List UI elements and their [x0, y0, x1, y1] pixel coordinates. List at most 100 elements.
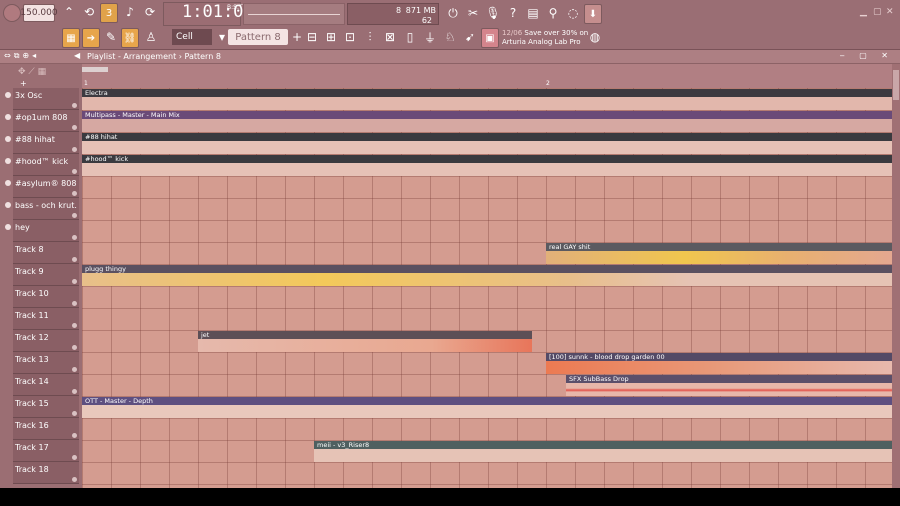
track-header[interactable]: Track 11: [13, 308, 79, 330]
track-mute-dot[interactable]: [72, 191, 77, 196]
track-mute-dot[interactable]: [72, 389, 77, 394]
track-mute-dot[interactable]: [72, 433, 77, 438]
track-led[interactable]: [5, 224, 11, 230]
track-mute-dot[interactable]: [72, 411, 77, 416]
track-header[interactable]: Track 17: [13, 440, 79, 462]
download-icon[interactable]: ⬇: [584, 4, 602, 24]
track-header[interactable]: #op1um 808: [5, 110, 79, 132]
track-mute-dot[interactable]: [72, 213, 77, 218]
close-icon[interactable]: ✕: [886, 7, 894, 17]
vertical-scrollbar[interactable]: [892, 64, 900, 488]
track-header[interactable]: Track 14: [13, 374, 79, 396]
track-header[interactable]: Track 15: [13, 396, 79, 418]
stamp-tool-icon[interactable]: ♙: [142, 28, 160, 46]
piano-roll-icon[interactable]: ⊞: [322, 28, 340, 46]
send-icon[interactable]: ➹: [461, 28, 479, 46]
track-header[interactable]: Track 8: [13, 242, 79, 264]
undo-history-icon[interactable]: ⏻: [444, 4, 462, 22]
browser-icon[interactable]: ⊠: [381, 28, 399, 46]
speaker-icon[interactable]: ◀: [74, 51, 80, 60]
playlist-clip[interactable]: [100] sunnk - blood drop garden 00: [546, 353, 892, 374]
track-mute-dot[interactable]: [72, 169, 77, 174]
track-led[interactable]: [5, 114, 11, 120]
track-header[interactable]: bass - och krut.: [5, 198, 79, 220]
playlist-clip[interactable]: Multipass - Master - Main Mix: [82, 111, 892, 132]
minimize-icon[interactable]: ▁: [860, 7, 867, 17]
track-header[interactable]: #asylum® 808: [5, 176, 79, 198]
mic-icon[interactable]: 🎙: [484, 4, 502, 22]
globe-icon[interactable]: ◍: [586, 28, 604, 46]
track-header[interactable]: Track 12: [13, 330, 79, 352]
ruler-scroll-thumb[interactable]: [82, 67, 108, 72]
maximize-icon[interactable]: ▢: [873, 7, 882, 17]
track-header[interactable]: Track 10: [13, 286, 79, 308]
track-mute-dot[interactable]: [72, 477, 77, 482]
draw-tool-icon[interactable]: ✎: [102, 28, 120, 46]
track-led[interactable]: [5, 136, 11, 142]
tuner-icon[interactable]: ⚲: [544, 4, 562, 22]
playlist-view-button[interactable]: ▦: [62, 28, 80, 48]
track-header[interactable]: Track 18: [13, 462, 79, 484]
playlist-window-controls[interactable]: ‒ ▢ ✕: [840, 51, 894, 60]
loop-record-icon[interactable]: ⟳: [141, 3, 159, 21]
track-header[interactable]: Track 9: [13, 264, 79, 286]
cut-icon[interactable]: ✂: [464, 4, 482, 22]
playlist-clip[interactable]: Electra: [82, 89, 892, 110]
chat-icon[interactable]: ◌: [564, 4, 582, 22]
track-mute-dot[interactable]: [72, 301, 77, 306]
timeline-ruler[interactable]: 1 2: [82, 64, 892, 88]
plugin-icon[interactable]: ⏚: [421, 28, 439, 46]
channel-rack-icon[interactable]: ⊡: [341, 28, 359, 46]
tool-icons[interactable]: ✥ ⟋ ▦: [18, 67, 46, 77]
track-mute-dot[interactable]: [72, 279, 77, 284]
pattern-selector[interactable]: Pattern 8: [228, 29, 288, 45]
track-header[interactable]: 3x Osc: [5, 88, 79, 110]
track-header[interactable]: hey: [5, 220, 79, 242]
metronome-icon[interactable]: ⌃: [60, 3, 78, 21]
arrow-tool-button[interactable]: ➔: [82, 28, 100, 48]
mixer-icon[interactable]: ⊟: [303, 28, 321, 46]
performer-icon[interactable]: ♘: [441, 28, 459, 46]
track-mute-dot[interactable]: [72, 235, 77, 240]
track-header[interactable]: Track 16: [13, 418, 79, 440]
playlist-nav-icons[interactable]: ⇔⧉⊕◂: [4, 51, 39, 61]
save-icon[interactable]: ▤: [524, 4, 542, 22]
playlist-clip[interactable]: SFX SubBass Drop: [566, 375, 892, 396]
track-mute-dot[interactable]: [72, 455, 77, 460]
playlist-clip[interactable]: #hood™ kick: [82, 155, 892, 176]
shop-icon[interactable]: ▣: [481, 28, 499, 48]
snap-selector[interactable]: Cell: [172, 29, 212, 45]
track-led[interactable]: [5, 202, 11, 208]
track-header[interactable]: #hood™ kick: [5, 154, 79, 176]
add-track-icon[interactable]: +: [20, 79, 27, 88]
track-mute-dot[interactable]: [72, 257, 77, 262]
help-icon[interactable]: ?: [504, 4, 522, 22]
project-icon[interactable]: ▯: [401, 28, 419, 46]
playlist-clip[interactable]: plugg thingy: [82, 265, 892, 286]
blend-notes-icon[interactable]: ♪: [121, 3, 139, 21]
mixer-faders-icon[interactable]: ⫶: [361, 28, 379, 46]
playlist-clip[interactable]: meii - v3_Riser8: [314, 441, 892, 462]
playlist-grid[interactable]: Electra Multipass - Master - Main Mix #8…: [82, 88, 892, 488]
scroll-thumb[interactable]: [893, 70, 899, 100]
playlist-clip[interactable]: real GAY shit: [546, 243, 892, 264]
track-mute-dot[interactable]: [72, 367, 77, 372]
tempo-display[interactable]: 150.000: [20, 4, 58, 22]
record-button[interactable]: [3, 4, 21, 22]
track-mute-dot[interactable]: [72, 345, 77, 350]
wait-input-icon[interactable]: ⟲: [80, 3, 98, 21]
track-led[interactable]: [5, 92, 11, 98]
countdown-button[interactable]: 3: [100, 3, 118, 23]
track-mute-dot[interactable]: [72, 103, 77, 108]
link-tool-button[interactable]: ⛓: [121, 28, 139, 48]
track-mute-dot[interactable]: [72, 125, 77, 130]
track-header[interactable]: Track 13: [13, 352, 79, 374]
playlist-clip[interactable]: jet: [198, 331, 532, 352]
track-mute-dot[interactable]: [72, 147, 77, 152]
track-led[interactable]: [5, 158, 11, 164]
track-mute-dot[interactable]: [72, 323, 77, 328]
track-header[interactable]: #88 hihat: [5, 132, 79, 154]
playlist-clip[interactable]: OTT - Master - Depth: [82, 397, 892, 418]
playlist-clip[interactable]: #88 hihat: [82, 133, 892, 154]
track-led[interactable]: [5, 180, 11, 186]
